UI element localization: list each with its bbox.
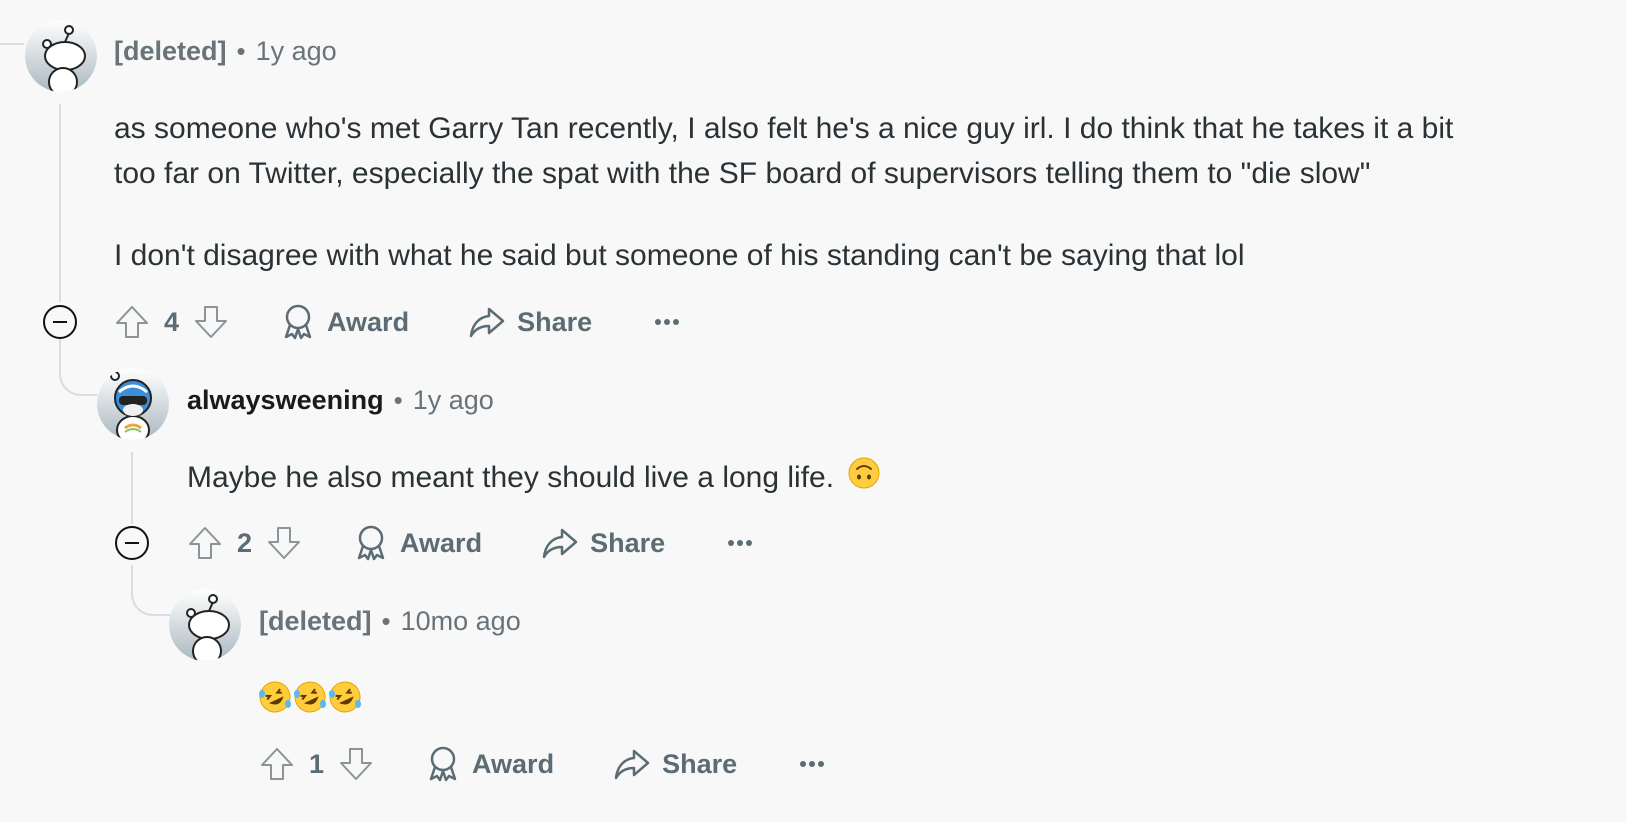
downvote-button[interactable]: [338, 746, 374, 782]
award-label: Award: [472, 748, 555, 779]
upvote-button[interactable]: [259, 746, 295, 782]
comment-paragraph: as someone who's met Garry Tan recently,…: [114, 112, 1454, 145]
separator-dot: •: [381, 606, 391, 636]
comment-header: [deleted] • 1y ago: [114, 36, 337, 67]
comment-paragraph: I don't disagree with what he said but s…: [114, 239, 1245, 272]
share-label: Share: [517, 306, 593, 337]
upvote-arrow-icon: [189, 527, 221, 559]
upvote-arrow-icon: [116, 306, 148, 338]
separator-dot: •: [236, 36, 246, 66]
award-button[interactable]: Award: [354, 525, 482, 561]
thread-line[interactable]: [0, 43, 24, 45]
award-button[interactable]: Award: [426, 746, 554, 782]
vote-score: 2: [237, 527, 253, 558]
avatar[interactable]: [169, 589, 241, 661]
comment-author[interactable]: [deleted]: [259, 606, 372, 637]
minus-circle-icon: [43, 305, 77, 339]
more-dots-icon: [800, 761, 825, 767]
award-label: Award: [327, 306, 410, 337]
comment-actions: 2 Award Share: [187, 523, 753, 563]
thread-branch-line[interactable]: [131, 565, 171, 616]
upside-down-face-icon: [848, 457, 880, 502]
upvote-button[interactable]: [114, 304, 150, 340]
award-icon: [354, 525, 388, 561]
upvote-arrow-icon: [261, 748, 293, 780]
downvote-arrow-icon: [340, 748, 373, 780]
more-dots-icon: [655, 319, 680, 325]
rolling-on-floor-laughing-icon: [328, 680, 362, 719]
comment-paragraph: too far on Twitter, especially the spat …: [114, 157, 1371, 190]
vote-score: 4: [164, 306, 180, 337]
comment-timestamp[interactable]: 10mo ago: [401, 606, 521, 637]
comment-actions: 4 Award Share: [114, 302, 680, 342]
more-options-button[interactable]: [727, 539, 753, 547]
more-options-button[interactable]: [654, 318, 680, 326]
deleted-user-avatar-icon: [169, 589, 241, 661]
share-label: Share: [590, 527, 666, 558]
comment-text: Maybe he also meant they should live a l…: [187, 461, 835, 494]
user-avatar-icon: [97, 368, 169, 440]
thread-line[interactable]: [131, 452, 133, 524]
share-icon: [614, 748, 650, 780]
comment-thread: [deleted] • 1y ago as someone who's met …: [0, 0, 1626, 822]
minus-circle-icon: [115, 526, 149, 560]
share-icon: [469, 306, 505, 338]
comment-timestamp[interactable]: 1y ago: [413, 385, 494, 416]
share-button[interactable]: Share: [542, 527, 665, 559]
rolling-on-floor-laughing-icon: [293, 680, 327, 719]
downvote-arrow-icon: [195, 306, 228, 338]
downvote-button[interactable]: [266, 525, 302, 561]
comment-body: Maybe he also meant they should live a l…: [187, 455, 880, 502]
comment-header: [deleted] • 10mo ago: [259, 606, 521, 637]
downvote-button[interactable]: [193, 304, 229, 340]
downvote-arrow-icon: [268, 527, 301, 559]
deleted-user-avatar-icon: [25, 20, 97, 92]
rolling-on-floor-laughing-icon: [258, 680, 292, 719]
comment-author[interactable]: alwaysweening: [187, 385, 384, 416]
share-button[interactable]: Share: [469, 306, 592, 338]
more-options-button[interactable]: [799, 760, 825, 768]
award-icon: [281, 304, 315, 340]
award-label: Award: [400, 527, 483, 558]
comment-author[interactable]: [deleted]: [114, 36, 227, 67]
comment-header: alwaysweening • 1y ago: [187, 385, 494, 416]
collapse-thread-button[interactable]: [114, 525, 150, 561]
share-button[interactable]: Share: [614, 748, 737, 780]
comment-actions: 1 Award Share: [259, 744, 825, 784]
more-dots-icon: [728, 540, 753, 546]
award-icon: [426, 746, 460, 782]
avatar[interactable]: [25, 20, 97, 92]
collapse-thread-button[interactable]: [42, 304, 78, 340]
share-icon: [542, 527, 578, 559]
award-button[interactable]: Award: [281, 304, 409, 340]
comment-timestamp[interactable]: 1y ago: [256, 36, 337, 67]
comment-body: [258, 680, 362, 719]
vote-score: 1: [309, 748, 325, 779]
separator-dot: •: [393, 385, 403, 415]
share-label: Share: [662, 748, 738, 779]
thread-line[interactable]: [59, 104, 61, 302]
upvote-button[interactable]: [187, 525, 223, 561]
avatar[interactable]: [97, 368, 169, 440]
